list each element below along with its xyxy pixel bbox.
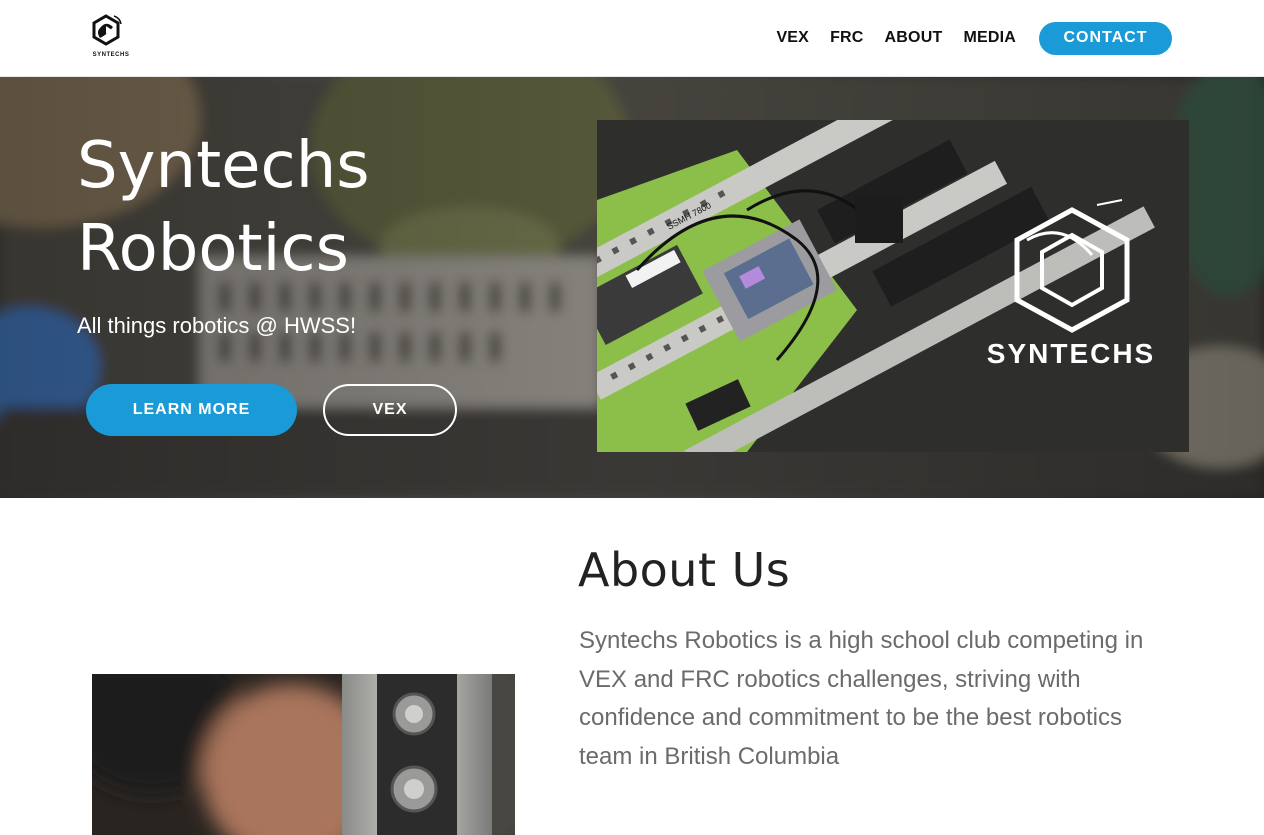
hero-section: Syntechs Robotics All things robotics @ … <box>0 77 1264 498</box>
robot-photo: SYNTECHS SSMH 7800 <box>597 120 1189 452</box>
vex-button[interactable]: VEX <box>323 384 457 436</box>
photo-logo-wordmark: SYNTECHS <box>987 338 1155 369</box>
hero-title-line1: Syntechs <box>77 129 370 203</box>
nav-link-vex[interactable]: VEX <box>776 29 809 47</box>
nav-link-media[interactable]: MEDIA <box>963 29 1016 47</box>
hero-title: Syntechs Robotics <box>77 125 497 291</box>
hero-subtitle: All things robotics @ HWSS! <box>77 313 357 338</box>
logo-wordmark: SYNTECHS <box>92 52 130 58</box>
site-header: SYNTECHS VEX FRC ABOUT MEDIA CONTACT <box>0 0 1264 77</box>
syntechs-hexagon-icon <box>92 14 122 46</box>
about-photo <box>92 674 515 835</box>
nav-link-about[interactable]: ABOUT <box>885 29 943 47</box>
hero-title-line2: Robotics <box>77 212 349 286</box>
about-title: About Us <box>578 543 791 597</box>
learn-more-button[interactable]: LEARN MORE <box>86 384 297 436</box>
site-logo[interactable]: SYNTECHS <box>84 12 138 62</box>
main-nav: VEX FRC ABOUT MEDIA CONTACT <box>776 21 1172 55</box>
robot-photo-illustration: SYNTECHS SSMH 7800 <box>597 120 1189 452</box>
about-photo-illustration <box>92 674 515 835</box>
nav-link-frc[interactable]: FRC <box>830 29 863 47</box>
contact-button[interactable]: CONTACT <box>1039 21 1172 55</box>
about-description: Syntechs Robotics is a high school club … <box>579 627 1144 770</box>
